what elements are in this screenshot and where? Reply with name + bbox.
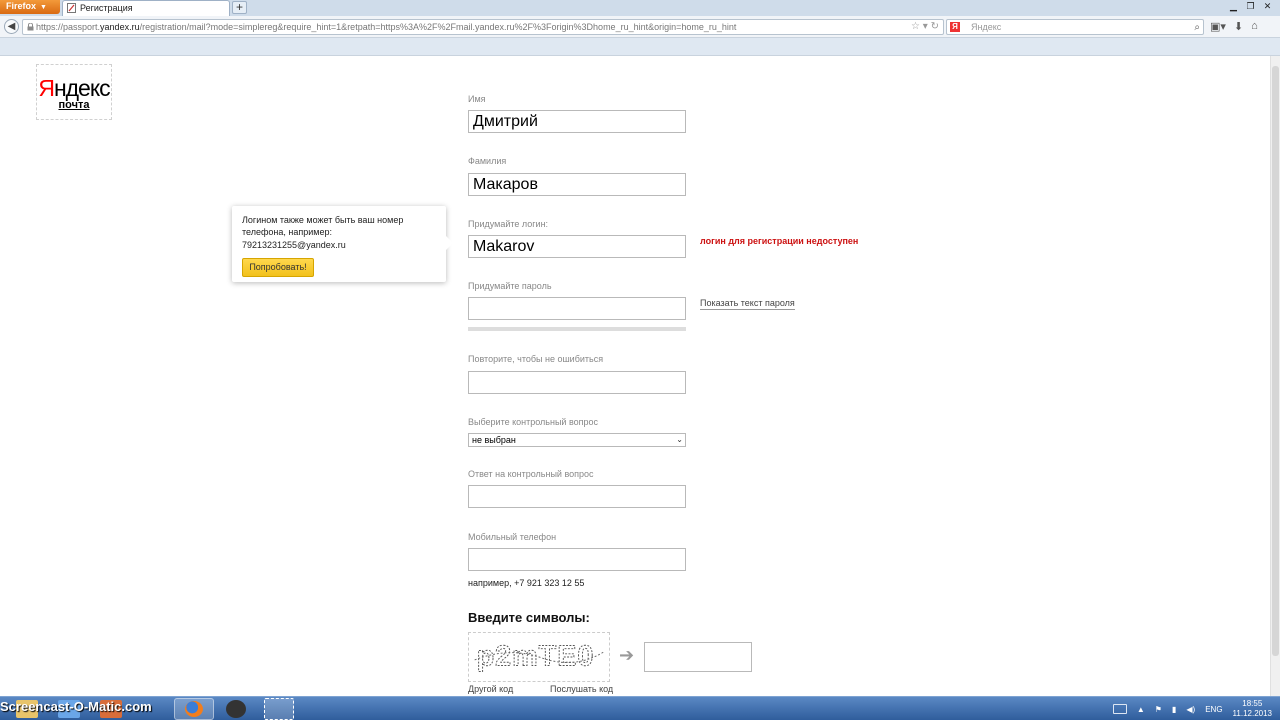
phone-hint: например, +7 921 323 12 55 [468, 578, 585, 588]
url-domain: yandex.ru [100, 22, 140, 32]
captcha-image: p2mTE0 [468, 632, 610, 682]
captcha-listen-link[interactable]: Послушать код [550, 684, 613, 694]
logo-wordmark: Яндекс [37, 75, 111, 101]
captcha-other-code-link[interactable]: Другой код [468, 684, 513, 694]
volume-icon[interactable]: ◀) [1186, 705, 1195, 714]
firefox-menu-button[interactable]: Firefox ▼ [0, 0, 60, 14]
security-answer-label: Ответ на контрольный вопрос [468, 469, 594, 479]
chevron-down-icon: ⌄ [676, 435, 683, 444]
new-tab-button[interactable]: + [232, 1, 247, 14]
login-label: Придумайте логин: [468, 219, 549, 229]
back-arrow-icon: ◀ [7, 21, 16, 32]
back-button[interactable]: ◀ [4, 19, 19, 34]
app-icon[interactable] [226, 700, 246, 718]
login-input[interactable] [468, 235, 686, 258]
bookmarks-toolbar [0, 38, 1280, 56]
page-scrollbar[interactable] [1270, 56, 1280, 696]
tray-expand-icon[interactable]: ▲ [1137, 705, 1145, 714]
password-input[interactable] [468, 297, 686, 320]
page-content: Яндекс почта Логином также может быть ва… [0, 56, 1270, 696]
close-icon[interactable]: ✕ [1259, 0, 1276, 14]
dropdown-arrow-icon[interactable]: ▾ [923, 21, 928, 32]
windows-taskbar: ▲ ⚑ ▮ ◀) ENG 18:55 11.12.2013 [0, 696, 1280, 720]
login-error-message: логин для регистрации недоступен [700, 236, 859, 246]
arrow-right-icon: ➔ [619, 645, 635, 665]
tooltip-arrow [446, 236, 453, 250]
screencast-icon[interactable] [264, 698, 294, 720]
maximize-icon[interactable]: ❐ [1242, 0, 1259, 14]
clock[interactable]: 18:55 11.12.2013 [1233, 699, 1272, 719]
search-placeholder: Яндекс [971, 22, 1002, 32]
scroll-thumb[interactable] [1272, 66, 1279, 656]
login-hint-tooltip: Логином также может быть ваш номер телеф… [232, 206, 453, 282]
tooltip-text: Логином также может быть ваш номер телеф… [242, 215, 404, 237]
repeat-password-input[interactable] [468, 371, 686, 394]
url-prefix: https://passport. [36, 22, 101, 32]
show-password-link[interactable]: Показать текст пароля [700, 298, 795, 310]
surname-input[interactable] [468, 173, 686, 196]
repeat-password-label: Повторите, чтобы не ошибиться [468, 354, 604, 364]
search-icon[interactable]: ⌕ [1194, 21, 1200, 34]
security-question-label: Выберите контрольный вопрос [468, 417, 599, 427]
surname-label: Фамилия [468, 156, 507, 166]
captcha-image-text: p2mTE0 [477, 641, 595, 673]
chevron-down-icon: ▼ [40, 4, 47, 11]
url-controls: ☆ ▾ ↻ [911, 20, 939, 34]
navigation-bar: ◀ https://passport.yandex.ru/registratio… [0, 16, 1280, 38]
yandex-search-icon[interactable]: Я [950, 22, 960, 32]
firefox-menu-label: Firefox [6, 1, 37, 11]
taskbar-firefox-button[interactable] [174, 698, 214, 720]
address-bar[interactable]: https://passport.yandex.ru/registration/… [22, 19, 944, 35]
tab-registration[interactable]: Регистрация [62, 0, 230, 16]
minimize-icon[interactable]: ▁ [1225, 0, 1242, 14]
security-question-select[interactable]: не выбран ⌄ [468, 433, 686, 447]
flag-icon[interactable]: ⚑ [1155, 705, 1162, 714]
language-indicator[interactable]: ENG [1205, 705, 1222, 714]
network-icon[interactable]: ▮ [1172, 705, 1176, 714]
system-tray: ▲ ⚑ ▮ ◀) ENG 18:55 11.12.2013 [1112, 697, 1272, 721]
lock-icon [27, 23, 34, 31]
yandex-mail-logo[interactable]: Яндекс почта [36, 64, 112, 120]
phone-label: Мобильный телефон [468, 532, 557, 542]
logo-letter-ya: Я [38, 75, 55, 101]
url-path: /registration/mail?mode=simplereg&requir… [139, 22, 737, 32]
download-icon[interactable]: ⬇ [1234, 20, 1243, 33]
password-strength-bar [468, 327, 686, 331]
password-label: Придумайте пароль [468, 281, 552, 291]
clock-time: 18:55 [1242, 699, 1263, 708]
keyboard-icon[interactable] [1112, 704, 1127, 714]
bookmarks-menu-icon[interactable]: ▣▾ [1210, 20, 1226, 33]
firefox-icon [185, 701, 203, 717]
window-controls: ▁ ❐ ✕ [1225, 0, 1276, 14]
browser-tab-strip: Firefox ▼ Регистрация + ▁ ❐ ✕ [0, 0, 1280, 16]
phone-input[interactable] [468, 548, 686, 571]
security-answer-input[interactable] [468, 485, 686, 508]
captcha-title: Введите символы: [468, 610, 590, 625]
name-input[interactable] [468, 110, 686, 133]
try-button[interactable]: Попробовать! [242, 258, 314, 277]
search-bar[interactable]: Я Яндекс ⌕ [946, 19, 1204, 35]
pencil-icon [67, 3, 76, 13]
logo-rest: ндекс [53, 75, 111, 101]
url-text: https://passport.yandex.ru/registration/… [36, 21, 896, 34]
tab-title: Регистрация [80, 3, 133, 13]
watermark-text: Screencast-O-Matic.com [0, 699, 152, 714]
security-question-value: не выбран [472, 435, 516, 445]
reload-icon[interactable]: ↻ [931, 21, 939, 32]
toolbar-right: ▣▾ ⬇ ⌂ [1210, 20, 1258, 33]
tooltip-example: 79213231255@yandex.ru [242, 240, 346, 250]
captcha-input[interactable] [644, 642, 752, 672]
name-label: Имя [468, 94, 486, 104]
star-icon[interactable]: ☆ [911, 21, 920, 32]
clock-date: 11.12.2013 [1232, 709, 1272, 718]
home-icon[interactable]: ⌂ [1251, 20, 1258, 33]
